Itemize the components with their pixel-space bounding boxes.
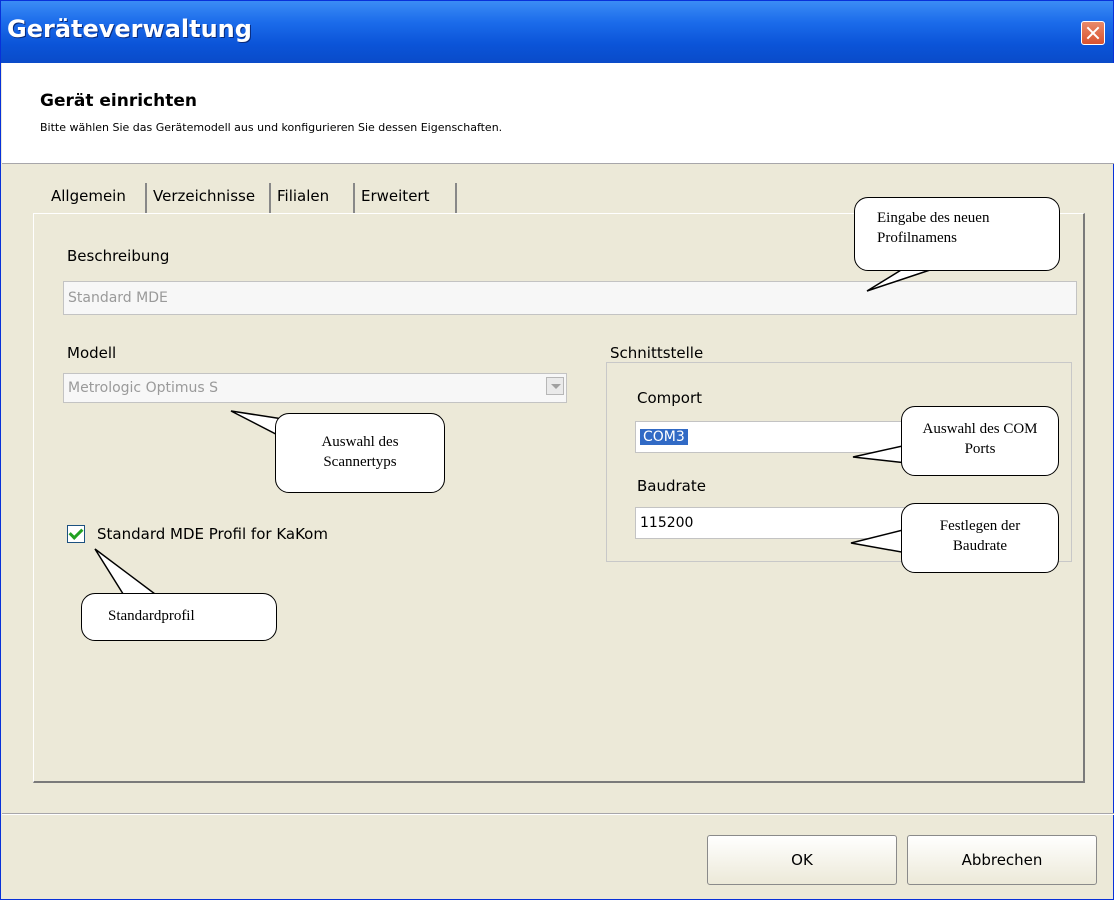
callout-standard-profile: Standardprofil	[81, 593, 277, 641]
callout-scanner-type: Auswahl des Scannertyps	[275, 413, 445, 493]
callout-com-port: Auswahl des COM Ports	[901, 406, 1059, 476]
callout-profile-name: Eingabe des neuen Profilnamens	[854, 197, 1060, 271]
callout-baud-rate: Festlegen der Baudrate	[901, 503, 1059, 573]
device-management-window: Geräteverwaltung Gerät einrichten Bitte …	[0, 0, 1114, 900]
